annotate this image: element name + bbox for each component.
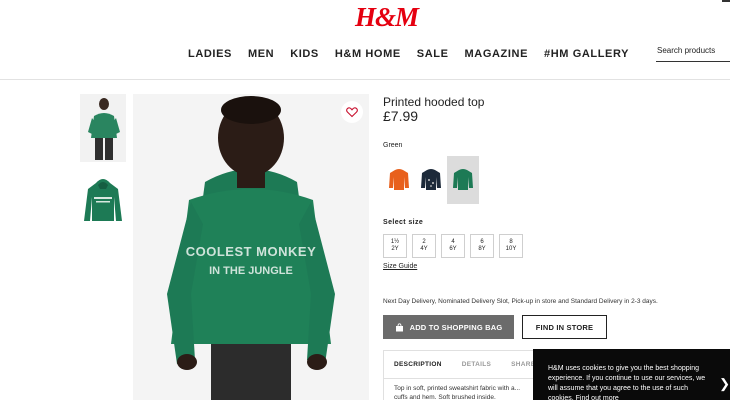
add-to-bag-label: ADD TO SHOPPING BAG <box>409 322 503 332</box>
main-nav: LADIES MEN KIDS H&M HOME SALE MAGAZINE #… <box>188 48 645 60</box>
close-icon[interactable]: ❯ <box>719 377 730 390</box>
size-bottom: 2Y <box>391 246 399 252</box>
add-to-bag-button[interactable]: ADD TO SHOPPING BAG <box>383 315 514 339</box>
product-tabs: DESCRIPTION DETAILS SHARE Top in soft, p… <box>383 350 543 400</box>
favorite-heart-icon[interactable] <box>341 101 363 123</box>
nav-ladies[interactable]: LADIES <box>188 48 232 60</box>
nav-kids[interactable]: KIDS <box>290 48 319 60</box>
product-price: £7.99 <box>383 108 419 124</box>
cookie-banner: H&M uses cookies to give you the best sh… <box>533 349 730 400</box>
size-top: 8 <box>509 239 513 245</box>
nav-sale[interactable]: SALE <box>417 48 449 60</box>
size-bottom: 10Y <box>505 246 517 252</box>
thumbnail-list <box>80 94 126 248</box>
product-image[interactable]: COOLEST MONKEY IN THE JUNGLE <box>133 94 369 400</box>
description-text: Top in soft, printed sweatshirt fabric w… <box>394 385 521 400</box>
color-label: Green <box>383 142 403 149</box>
menu-dash-icon[interactable] <box>722 0 730 2</box>
size-option[interactable]: 2 4Y <box>412 234 436 258</box>
size-option[interactable]: 1½ 2Y <box>383 234 407 258</box>
size-option[interactable]: 6 8Y <box>470 234 494 258</box>
select-size-label: Select size <box>383 219 424 226</box>
site-header: H&M LADIES MEN KIDS H&M HOME SALE MAGAZI… <box>0 0 730 80</box>
nav-hm-home[interactable]: H&M HOME <box>335 48 401 60</box>
delivery-info: Next Day Delivery, Nominated Delivery Sl… <box>383 298 658 305</box>
swatch-orange[interactable] <box>383 156 415 204</box>
thumbnail-model[interactable] <box>80 94 126 162</box>
nav-men[interactable]: MEN <box>248 48 274 60</box>
tab-description[interactable]: DESCRIPTION <box>384 361 452 368</box>
size-bottom: 4Y <box>420 246 428 252</box>
size-top: 2 <box>422 239 426 245</box>
shopping-bag-icon <box>395 322 403 331</box>
size-options: 1½ 2Y 2 4Y 4 6Y 6 8Y 8 10Y <box>383 234 528 258</box>
product-title: Printed hooded top <box>383 95 485 109</box>
size-guide-link[interactable]: Size Guide <box>383 263 417 270</box>
size-top: 6 <box>480 239 484 245</box>
find-in-store-button[interactable]: FIND IN STORE <box>522 315 607 339</box>
size-option[interactable]: 4 6Y <box>441 234 465 258</box>
hoodie-print-text: COOLEST MONKEY <box>186 244 317 259</box>
size-option[interactable]: 8 10Y <box>499 234 523 258</box>
size-bottom: 6Y <box>449 246 457 252</box>
cookie-text: H&M uses cookies to give you the best sh… <box>548 365 706 400</box>
nav-magazine[interactable]: MAGAZINE <box>465 48 528 60</box>
size-top: 4 <box>451 239 455 245</box>
thumbnail-hoodie[interactable] <box>80 171 126 239</box>
swatch-navy[interactable] <box>415 156 447 204</box>
size-top: 1½ <box>390 239 400 245</box>
svg-text:IN THE JUNGLE: IN THE JUNGLE <box>209 265 293 277</box>
hm-logo[interactable]: H&M <box>355 2 419 33</box>
nav-hm-gallery[interactable]: #HM GALLERY <box>544 48 629 60</box>
size-bottom: 8Y <box>478 246 486 252</box>
color-swatches <box>383 156 479 204</box>
tab-details[interactable]: DETAILS <box>452 361 501 368</box>
swatch-green[interactable] <box>447 156 479 204</box>
search-input[interactable]: Search products <box>656 44 730 62</box>
